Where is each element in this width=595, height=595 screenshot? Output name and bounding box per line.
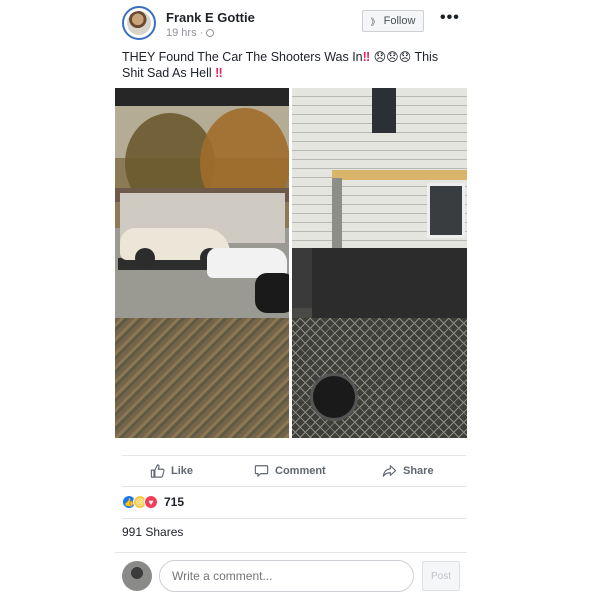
post-caption: THEY Found The Car The Shooters Was In‼ … bbox=[122, 49, 462, 81]
caption-text-1: THEY Found The Car The Shooters Was In bbox=[122, 50, 363, 64]
post-photos bbox=[115, 88, 467, 438]
current-user-avatar bbox=[122, 561, 152, 591]
like-button[interactable]: Like bbox=[150, 456, 193, 486]
reaction-count: 715 bbox=[164, 495, 185, 509]
author-avatar[interactable] bbox=[122, 6, 156, 40]
caption-bang-1: ‼ bbox=[362, 50, 371, 64]
tow-truck-street-photo[interactable] bbox=[115, 88, 289, 438]
share-label: Share bbox=[403, 465, 434, 477]
share-button[interactable]: Share bbox=[382, 456, 434, 486]
follow-label: Follow bbox=[383, 15, 416, 27]
rss-icon: 》 bbox=[370, 16, 380, 27]
more-icon[interactable]: ••• bbox=[440, 10, 460, 26]
like-label: Like bbox=[171, 465, 194, 477]
facebook-post: Frank E Gottie 19 hrs · 》 Follow ••• THE… bbox=[0, 0, 595, 595]
author-name[interactable]: Frank E Gottie bbox=[166, 10, 255, 25]
reaction-summary[interactable]: 👍 😢 ♥ 715 bbox=[122, 493, 184, 511]
post-actions: Like Comment Share bbox=[122, 455, 466, 487]
meta-separator: · bbox=[199, 27, 204, 39]
caption-emojis: 😞😞😞 bbox=[373, 50, 412, 64]
share-count[interactable]: 991 Shares bbox=[122, 525, 183, 539]
comment-label: Comment bbox=[275, 465, 326, 477]
share-arrow-icon bbox=[382, 465, 397, 477]
divider bbox=[122, 518, 466, 519]
love-reaction-icon: ♥ bbox=[144, 495, 158, 509]
globe-icon[interactable] bbox=[206, 29, 215, 37]
post-meta: 19 hrs · bbox=[166, 27, 215, 39]
speech-bubble-icon bbox=[254, 465, 269, 477]
thumbs-up-icon bbox=[150, 464, 165, 478]
post-comment-button[interactable]: Post bbox=[422, 561, 460, 591]
divider bbox=[115, 552, 467, 553]
tow-truck-fence-photo[interactable] bbox=[292, 88, 467, 438]
comment-input[interactable] bbox=[159, 560, 414, 592]
comment-button[interactable]: Comment bbox=[254, 456, 326, 486]
follow-button[interactable]: 》 Follow bbox=[362, 10, 424, 32]
caption-bang-2: ‼ bbox=[215, 66, 223, 80]
post-time[interactable]: 19 hrs bbox=[166, 27, 197, 39]
